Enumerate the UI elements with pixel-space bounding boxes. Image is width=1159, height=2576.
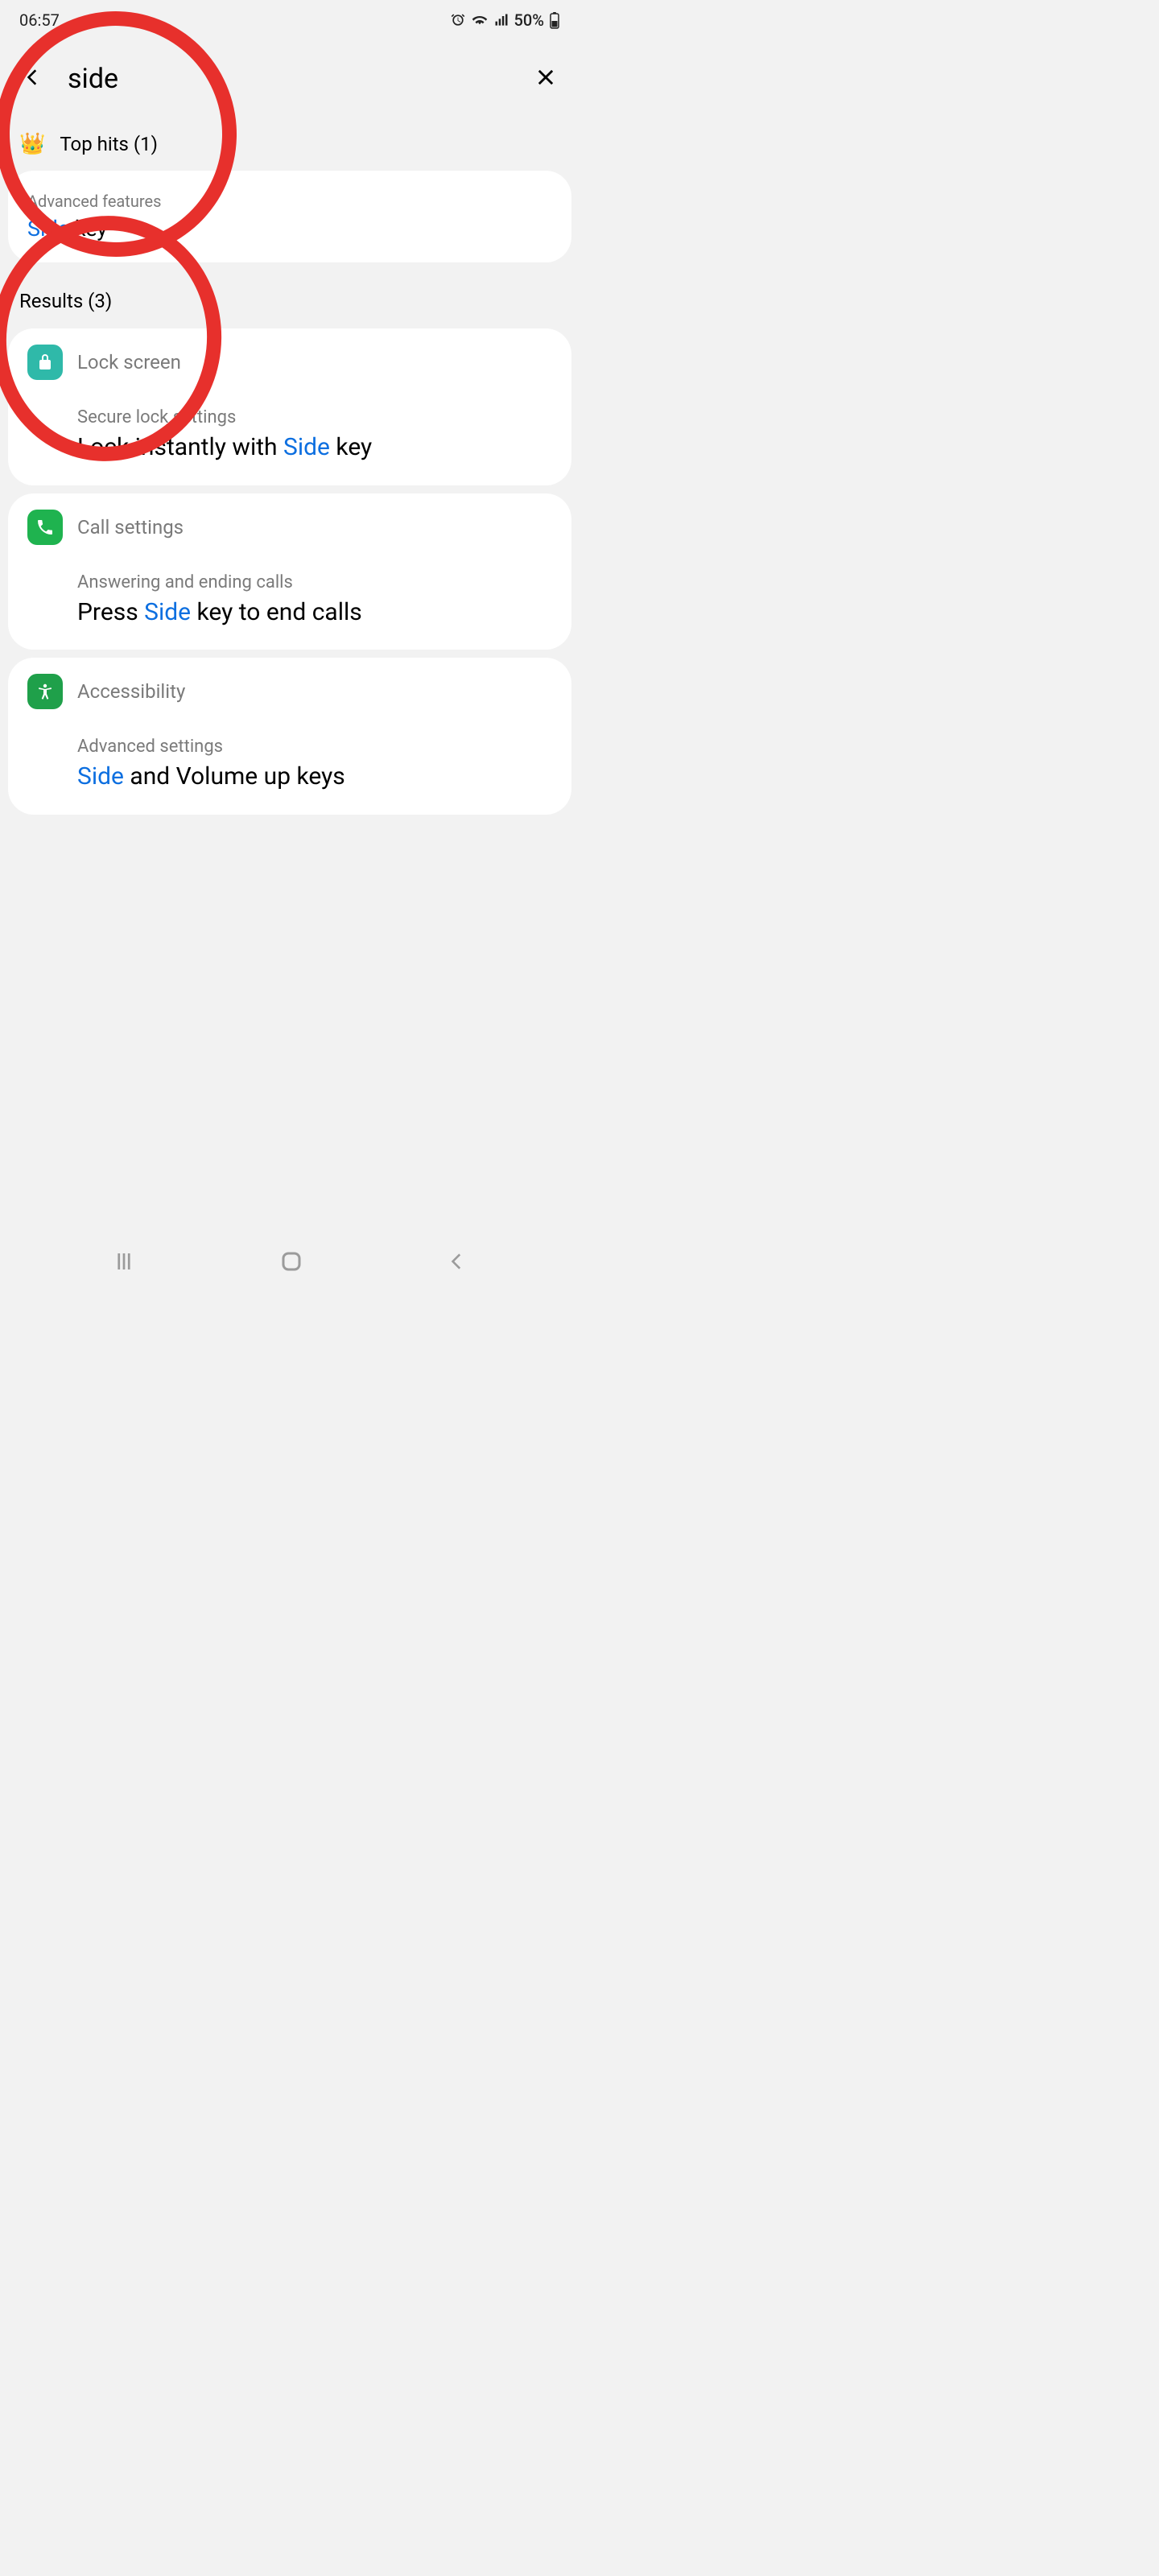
wifi-icon	[471, 12, 489, 28]
result-category: Lock screen	[77, 351, 181, 374]
alarm-icon	[450, 12, 466, 28]
search-header: side	[0, 40, 580, 118]
chevron-left-icon	[23, 67, 43, 88]
crown-icon: 👑	[19, 132, 45, 156]
title-rest: key	[69, 216, 107, 242]
accessibility-icon	[27, 674, 63, 709]
top-hit-item[interactable]: Advanced features Side key	[8, 171, 571, 262]
status-bar: 06:57 50%	[0, 0, 580, 40]
result-title: Lock instantly with Side key	[77, 432, 552, 463]
highlight: Side	[27, 216, 69, 242]
top-hit-title: Side key	[27, 216, 552, 242]
result-item-lock-screen[interactable]: Lock screen Secure lock settings Lock in…	[8, 328, 571, 485]
result-title: Side and Volume up keys	[77, 762, 552, 792]
result-category: Call settings	[77, 516, 184, 539]
close-icon	[534, 66, 557, 89]
signal-icon	[493, 12, 509, 28]
result-category: Accessibility	[77, 680, 185, 703]
status-time: 06:57	[19, 10, 60, 30]
result-path: Secure lock settings	[77, 407, 552, 427]
clear-button[interactable]	[526, 58, 565, 100]
phone-icon	[27, 510, 63, 545]
top-hits-header: 👑 Top hits (1)	[0, 118, 580, 164]
result-path: Answering and ending calls	[77, 572, 552, 592]
result-path: Advanced settings	[77, 737, 552, 757]
battery-icon	[549, 11, 560, 29]
result-title: Press Side key to end calls	[77, 597, 552, 628]
navigation-bar	[0, 1238, 580, 1288]
recents-button[interactable]	[112, 1249, 136, 1277]
search-input[interactable]: side	[68, 63, 510, 95]
results-header: Results (3)	[0, 269, 580, 320]
result-item-call-settings[interactable]: Call settings Answering and ending calls…	[8, 493, 571, 650]
lock-icon	[27, 345, 63, 380]
top-hit-breadcrumb: Advanced features	[27, 192, 552, 211]
battery-text: 50%	[514, 10, 544, 30]
status-icons: 50%	[450, 10, 560, 30]
back-button[interactable]	[14, 59, 52, 99]
home-button[interactable]	[279, 1249, 303, 1277]
result-item-accessibility[interactable]: Accessibility Advanced settings Side and…	[8, 658, 571, 815]
top-hits-label: Top hits (1)	[60, 133, 158, 155]
nav-back-button[interactable]	[447, 1251, 468, 1275]
